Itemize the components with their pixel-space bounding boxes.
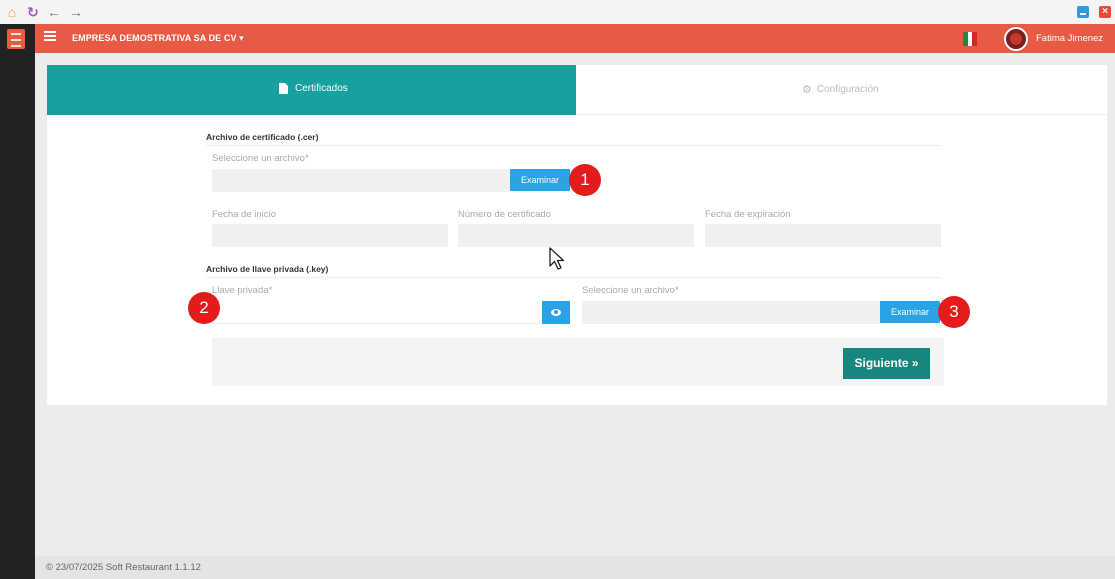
company-selector[interactable]: EMPRESA DEMOSTRATIVA SA DE CV ▾ xyxy=(72,33,244,44)
status-bar: © 23/07/2025 Soft Restaurant 1.1.12 xyxy=(35,556,1115,579)
key-file-input[interactable] xyxy=(582,301,880,324)
cert-number-field[interactable] xyxy=(458,224,694,247)
next-button[interactable]: Siguiente » xyxy=(843,348,930,379)
key-file-label: Seleccione un archivo* xyxy=(582,285,679,296)
key-browse-button[interactable]: Examinar xyxy=(880,301,940,323)
hamburger-menu-icon[interactable] xyxy=(44,31,56,41)
app-logo-icon[interactable] xyxy=(7,29,25,49)
certificate-file-label: Seleccione un archivo* xyxy=(212,153,309,164)
mexico-flag-icon[interactable] xyxy=(963,32,978,46)
step-badge-1: 1 xyxy=(569,164,601,196)
tab-label: Configuración xyxy=(816,84,879,95)
version-status-text: © 23/07/2025 Soft Restaurant 1.1.12 xyxy=(46,562,201,573)
refresh-icon[interactable]: ↻ xyxy=(25,4,41,20)
tab-label: Certificados xyxy=(295,83,348,94)
start-date-field[interactable] xyxy=(212,224,448,247)
step-badge-3: 3 xyxy=(938,296,970,328)
expiration-label: Fecha de expiración xyxy=(705,209,791,220)
header-bar: EMPRESA DEMOSTRATIVA SA DE CV ▾ Fatima J… xyxy=(35,24,1115,53)
private-key-input[interactable] xyxy=(212,301,542,324)
start-date-label: Fecha de inicio xyxy=(212,209,276,220)
form-footer-panel: Siguiente » xyxy=(212,338,944,386)
minimize-button[interactable] xyxy=(1077,6,1089,18)
tab-configuracion[interactable]: ⚙ Configuración xyxy=(576,65,1107,115)
certificate-browse-button[interactable]: Examinar xyxy=(510,169,570,191)
divider xyxy=(206,277,941,278)
document-icon xyxy=(279,83,288,94)
window-chrome: ⌂ ↻ ← → × xyxy=(0,0,1115,24)
user-avatar[interactable] xyxy=(1004,27,1028,51)
cert-number-label: Número de certificado xyxy=(458,209,551,220)
certificate-card: Certificados ⚙ Configuración Archivo de … xyxy=(47,65,1107,405)
divider xyxy=(206,145,941,146)
mouse-cursor-icon xyxy=(549,247,565,270)
user-name[interactable]: Fatima Jimenez xyxy=(1036,33,1103,44)
certificate-file-input[interactable] xyxy=(212,169,510,192)
back-arrow-icon[interactable]: ← xyxy=(46,4,62,20)
tab-certificados[interactable]: Certificados xyxy=(47,65,576,115)
show-password-eye-icon[interactable] xyxy=(542,301,570,324)
step-badge-2: 2 xyxy=(188,292,220,324)
gears-icon: ⚙ xyxy=(802,84,812,96)
private-key-section-title: Archivo de llave privada (.key) xyxy=(206,264,329,274)
private-key-label: Llave privada* xyxy=(212,285,273,296)
certificate-section-title: Archivo de certificado (.cer) xyxy=(206,132,319,142)
forward-arrow-icon[interactable]: → xyxy=(68,4,84,20)
close-button[interactable]: × xyxy=(1099,6,1111,18)
left-sidebar xyxy=(0,24,35,579)
home-icon[interactable]: ⌂ xyxy=(4,4,20,20)
expiration-field[interactable] xyxy=(705,224,941,247)
